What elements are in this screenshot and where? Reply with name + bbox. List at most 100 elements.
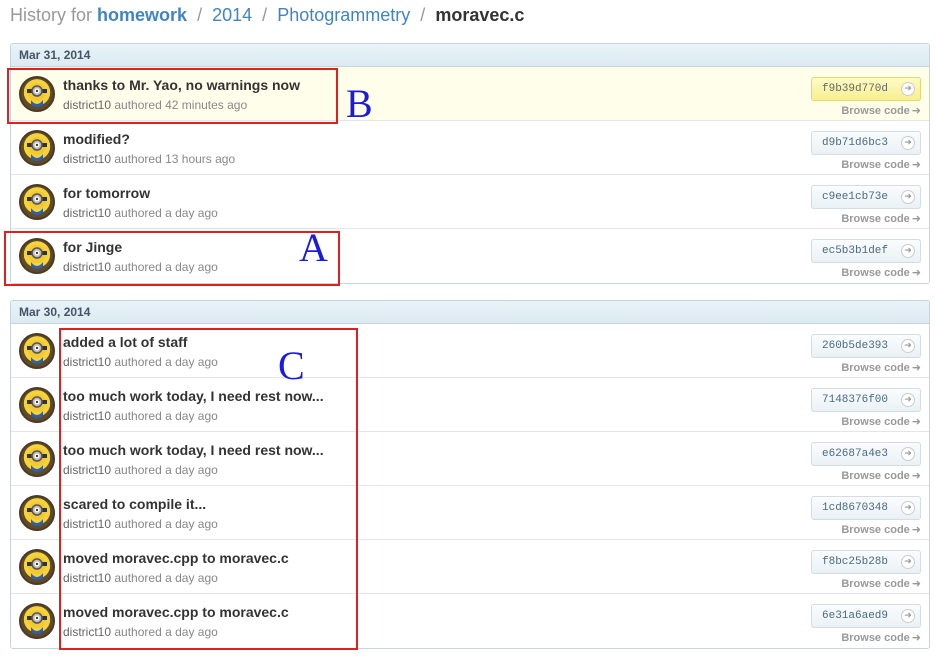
breadcrumb: History for homework / 2014 / Photogramm… <box>10 4 524 26</box>
minion-avatar-icon <box>27 340 47 364</box>
minion-avatar-icon <box>27 502 47 526</box>
browse-code-label: Browse code <box>841 105 910 117</box>
breadcrumb-separator: / <box>420 5 426 25</box>
commit-meta: district10 authored 13 hours ago <box>63 152 235 166</box>
browse-code-link[interactable]: Browse code ➜ <box>841 631 921 644</box>
commit-message-link[interactable]: for tomorrow <box>63 185 150 201</box>
avatar[interactable] <box>19 184 55 220</box>
commit-sha: d9b71d6bc3 <box>822 137 889 149</box>
avatar[interactable] <box>19 603 55 639</box>
commit-sha-button[interactable]: c9ee1cb73e ➜ <box>811 185 921 209</box>
arrow-circle-icon: ➜ <box>901 609 915 623</box>
arrow-circle-icon: ➜ <box>901 244 915 258</box>
arrow-circle-icon: ➜ <box>901 82 915 96</box>
browse-code-link[interactable]: Browse code ➜ <box>841 577 921 590</box>
minion-avatar-icon <box>27 610 47 634</box>
arrow-circle-icon: ➜ <box>901 136 915 150</box>
browse-code-label: Browse code <box>841 362 910 374</box>
arrow-right-icon: ➜ <box>911 361 921 374</box>
browse-code-link[interactable]: Browse code ➜ <box>841 361 921 374</box>
commit-meta: district10 authored a day ago <box>63 206 218 220</box>
commit-sha: 260b5de393 <box>822 340 889 352</box>
commit-sha: c9ee1cb73e <box>822 191 889 203</box>
commit-row: modified? district10 authored 13 hours ag… <box>11 121 929 175</box>
commit-sha-button[interactable]: 1cd8670348 ➜ <box>811 496 921 520</box>
browse-code-link[interactable]: Browse code ➜ <box>841 104 921 117</box>
annotation-box-b <box>7 68 338 124</box>
commit-sha: f9b39d770d <box>822 83 889 95</box>
commit-time: 13 hours ago <box>165 152 236 166</box>
browse-code-label: Browse code <box>841 416 910 428</box>
breadcrumb-path-2014-link[interactable]: 2014 <box>212 5 252 25</box>
avatar[interactable] <box>19 549 55 585</box>
arrow-right-icon: ➜ <box>911 212 921 225</box>
annotation-box-a <box>4 231 340 286</box>
commit-sha-button[interactable]: f8bc25b28b ➜ <box>811 550 921 574</box>
commit-author-link[interactable]: district10 <box>63 152 111 166</box>
minion-avatar-icon <box>27 137 47 161</box>
arrow-right-icon: ➜ <box>911 158 921 171</box>
arrow-circle-icon: ➜ <box>901 501 915 515</box>
authored-label: authored <box>114 152 162 166</box>
arrow-right-icon: ➜ <box>911 104 921 117</box>
minion-avatar-icon <box>27 556 47 580</box>
browse-code-label: Browse code <box>841 632 910 644</box>
commit-sha: 1cd8670348 <box>822 502 889 514</box>
commit-group-date: Mar 31, 2014 <box>11 44 929 67</box>
arrow-right-icon: ➜ <box>911 266 921 279</box>
arrow-circle-icon: ➜ <box>901 393 915 407</box>
avatar[interactable] <box>19 333 55 369</box>
commit-row: for tomorrow district10 authored a day ag… <box>11 175 929 229</box>
arrow-right-icon: ➜ <box>911 523 921 536</box>
browse-code-link[interactable]: Browse code ➜ <box>841 523 921 536</box>
avatar[interactable] <box>19 130 55 166</box>
commit-sha-button[interactable]: ec5b3b1def ➜ <box>811 239 921 263</box>
commit-sha: 6e31a6aed9 <box>822 610 889 622</box>
commit-sha-button[interactable]: d9b71d6bc3 ➜ <box>811 131 921 155</box>
commit-sha: e62687a4e3 <box>822 448 889 460</box>
commit-sha-button[interactable]: e62687a4e3 ➜ <box>811 442 921 466</box>
commit-message-link[interactable]: modified? <box>63 131 130 147</box>
browse-code-label: Browse code <box>841 470 910 482</box>
minion-avatar-icon <box>27 448 47 472</box>
breadcrumb-file: moravec.c <box>435 5 525 25</box>
minion-avatar-icon <box>27 394 47 418</box>
commit-author-link[interactable]: district10 <box>63 206 111 220</box>
commit-sha-button[interactable]: 260b5de393 ➜ <box>811 334 921 358</box>
annotation-label-b: B <box>346 81 373 126</box>
arrow-circle-icon: ➜ <box>901 339 915 353</box>
browse-code-link[interactable]: Browse code ➜ <box>841 469 921 482</box>
commit-time: a day ago <box>165 206 218 220</box>
commit-sha-button[interactable]: f9b39d770d ➜ <box>811 77 921 101</box>
commit-group-date: Mar 30, 2014 <box>11 301 929 324</box>
breadcrumb-prefix: History for <box>10 5 93 25</box>
arrow-right-icon: ➜ <box>911 415 921 428</box>
breadcrumb-repo-link[interactable]: homework <box>97 5 187 25</box>
authored-label: authored <box>114 206 162 220</box>
arrow-right-icon: ➜ <box>911 577 921 590</box>
minion-avatar-icon <box>27 191 47 215</box>
breadcrumb-path-photogrammetry-link[interactable]: Photogrammetry <box>277 5 410 25</box>
arrow-circle-icon: ➜ <box>901 190 915 204</box>
avatar[interactable] <box>19 495 55 531</box>
annotation-box-c <box>59 328 358 650</box>
arrow-right-icon: ➜ <box>911 469 921 482</box>
avatar[interactable] <box>19 387 55 423</box>
commit-sha: 7148376f00 <box>822 394 889 406</box>
browse-code-link[interactable]: Browse code ➜ <box>841 415 921 428</box>
commit-sha-button[interactable]: 7148376f00 ➜ <box>811 388 921 412</box>
browse-code-label: Browse code <box>841 213 910 225</box>
browse-code-label: Browse code <box>841 578 910 590</box>
arrow-circle-icon: ➜ <box>901 555 915 569</box>
browse-code-label: Browse code <box>841 267 910 279</box>
avatar[interactable] <box>19 441 55 477</box>
commit-sha: ec5b3b1def <box>822 245 889 257</box>
breadcrumb-separator: / <box>262 5 268 25</box>
browse-code-link[interactable]: Browse code ➜ <box>841 158 921 171</box>
commit-sha: f8bc25b28b <box>822 556 889 568</box>
browse-code-link[interactable]: Browse code ➜ <box>841 212 921 225</box>
browse-code-label: Browse code <box>841 524 910 536</box>
annotation-label-c: C <box>278 343 305 388</box>
browse-code-link[interactable]: Browse code ➜ <box>841 266 921 279</box>
commit-sha-button[interactable]: 6e31a6aed9 ➜ <box>811 604 921 628</box>
